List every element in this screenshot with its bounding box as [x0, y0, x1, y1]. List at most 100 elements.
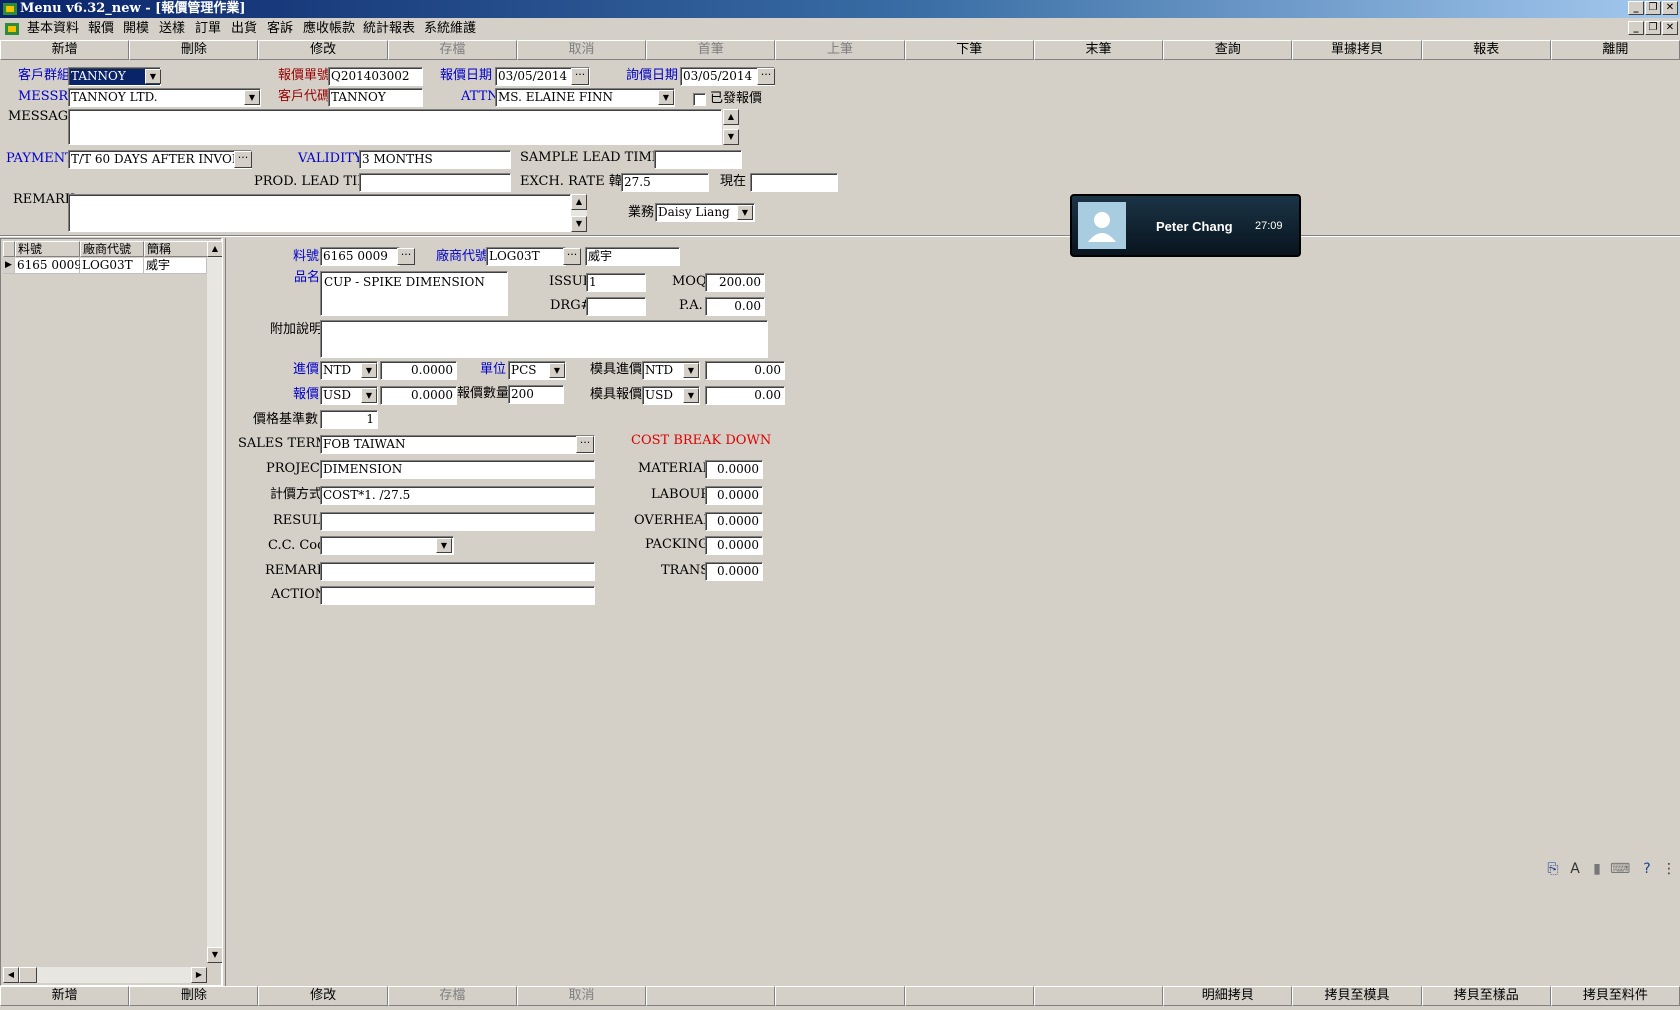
- menu-quote[interactable]: 報價: [88, 20, 114, 38]
- copy-to-sample-button[interactable]: 拷貝至樣品: [1421, 986, 1551, 1006]
- menu-system[interactable]: 系統維護: [424, 20, 476, 38]
- detail-edit-button[interactable]: 修改: [258, 986, 388, 1006]
- prev-record-button[interactable]: 上筆: [775, 40, 905, 60]
- grid-cell-part-no[interactable]: 6165 0009: [15, 258, 82, 274]
- grid-vertical-scrollbar[interactable]: [207, 257, 223, 963]
- menu-reports[interactable]: 統計報表: [363, 20, 415, 38]
- exit-button[interactable]: 離開: [1550, 40, 1680, 60]
- grid-cell-short-name[interactable]: 威宇: [144, 258, 207, 274]
- copy-detail-button[interactable]: 明細拷貝: [1163, 986, 1293, 1006]
- next-record-button[interactable]: 下筆: [904, 40, 1034, 60]
- quote-no-field[interactable]: Q201403002: [328, 67, 423, 86]
- quote-price-field[interactable]: 0.0000: [380, 386, 457, 405]
- inquiry-date-picker-icon[interactable]: ···: [757, 68, 775, 85]
- message-textarea[interactable]: [68, 109, 722, 145]
- scroll-thumb[interactable]: [19, 967, 37, 983]
- add-button[interactable]: 新增: [0, 40, 130, 60]
- empty-button-1[interactable]: [646, 986, 776, 1006]
- cost-field[interactable]: 0.0000: [380, 361, 457, 380]
- payment-ellipsis-icon[interactable]: ···: [234, 151, 252, 168]
- drg-field[interactable]: [586, 297, 646, 316]
- action-field[interactable]: [320, 586, 595, 605]
- cancel-button[interactable]: 取消: [516, 40, 647, 60]
- messrs-select[interactable]: TANNOY LTD.: [68, 88, 261, 107]
- price-base-field[interactable]: 1: [320, 410, 378, 429]
- quote-date-picker-icon[interactable]: ···: [571, 68, 589, 85]
- exch-rate-field[interactable]: 27.5: [621, 173, 709, 192]
- scroll-down-icon[interactable]: ▼: [571, 216, 587, 232]
- message-scrollbar[interactable]: ▲ ▼: [723, 109, 739, 145]
- chevron-down-icon[interactable]: ▼: [145, 69, 161, 84]
- part-no-field[interactable]: 6165 0009: [320, 247, 400, 266]
- scroll-left-icon[interactable]: ◀: [3, 967, 19, 983]
- save-button[interactable]: 存檔: [387, 40, 517, 60]
- menu-receivables[interactable]: 應收帳款: [303, 20, 355, 38]
- vendor-short-name-field[interactable]: 威宇: [585, 247, 680, 266]
- mdi-minimize-icon[interactable]: _: [1628, 21, 1644, 35]
- remark-textarea[interactable]: [68, 194, 571, 232]
- sent-quote-checkbox[interactable]: [693, 93, 706, 106]
- mdi-close-icon[interactable]: ✕: [1662, 21, 1678, 35]
- chevron-down-icon[interactable]: ▼: [549, 363, 565, 378]
- result-field[interactable]: [320, 512, 595, 531]
- restore-icon[interactable]: ❐: [1645, 1, 1661, 15]
- scroll-down-icon[interactable]: ▼: [723, 129, 739, 145]
- detail-delete-button[interactable]: 刪除: [129, 986, 259, 1006]
- help-icon[interactable]: ?: [1638, 860, 1656, 878]
- detail-remark-field[interactable]: [320, 562, 595, 581]
- quote-qty-field[interactable]: 200: [508, 385, 564, 404]
- menu-complaint[interactable]: 客訴: [267, 20, 293, 38]
- menu-order[interactable]: 訂單: [195, 20, 221, 38]
- sales-terms-ellipsis-icon[interactable]: ···: [576, 436, 594, 453]
- chevron-down-icon[interactable]: ▼: [683, 388, 699, 403]
- scroll-up-icon[interactable]: ▲: [723, 109, 739, 125]
- moq-field[interactable]: 200.00: [705, 273, 765, 292]
- minimize-icon[interactable]: _: [1628, 1, 1644, 15]
- chevron-down-icon[interactable]: ▼: [361, 388, 377, 403]
- copy-to-part-button[interactable]: 拷貝至料件: [1550, 986, 1680, 1006]
- grid-header-part-no[interactable]: 料號: [15, 241, 80, 257]
- issue-field[interactable]: 1: [586, 273, 646, 292]
- keyboard-icon[interactable]: ⌨: [1610, 860, 1630, 878]
- packing-field[interactable]: 0.0000: [705, 536, 763, 555]
- labour-field[interactable]: 0.0000: [705, 486, 763, 505]
- grid-cell-vendor-code[interactable]: LOG03T: [80, 258, 144, 274]
- part-no-lookup-icon[interactable]: ···: [397, 248, 415, 265]
- scroll-up-icon[interactable]: ▲: [571, 194, 587, 210]
- scroll-up-icon[interactable]: ▲: [207, 241, 223, 257]
- close-icon[interactable]: ✕: [1662, 1, 1678, 15]
- current-field[interactable]: [750, 173, 838, 192]
- pa-field[interactable]: 0.00: [705, 297, 765, 316]
- extra-desc-textarea[interactable]: [320, 320, 768, 358]
- menu-shipping[interactable]: 出貨: [231, 20, 257, 38]
- chevron-down-icon[interactable]: ▼: [737, 205, 753, 220]
- scroll-right-icon[interactable]: ▶: [191, 967, 207, 983]
- vendor-code-field[interactable]: LOG03T: [486, 247, 566, 266]
- empty-button-4[interactable]: [1033, 986, 1164, 1006]
- scroll-down-icon[interactable]: ▼: [207, 947, 223, 963]
- project-field[interactable]: DIMENSION: [320, 460, 595, 479]
- cc-code-select[interactable]: [320, 536, 454, 555]
- menu-sample[interactable]: 送樣: [159, 20, 185, 38]
- chevron-down-icon[interactable]: ▼: [244, 90, 260, 105]
- vendor-lookup-icon[interactable]: ···: [563, 248, 581, 265]
- mdi-restore-icon[interactable]: ❐: [1645, 21, 1661, 35]
- delete-button[interactable]: 刪除: [129, 40, 259, 60]
- grid-horizontal-scrollbar[interactable]: ◀ ▶: [3, 967, 207, 983]
- last-record-button[interactable]: 末筆: [1033, 40, 1164, 60]
- report-button[interactable]: 報表: [1421, 40, 1551, 60]
- more-icon[interactable]: ⋮: [1660, 860, 1678, 878]
- copy-to-mold-button[interactable]: 拷貝至模具: [1292, 986, 1422, 1006]
- empty-button-3[interactable]: [904, 986, 1034, 1006]
- calc-method-field[interactable]: COST*1. /27.5: [320, 486, 595, 505]
- material-field[interactable]: 0.0000: [705, 460, 763, 479]
- mold-cost-field[interactable]: 0.00: [705, 361, 785, 380]
- menu-mold[interactable]: 開模: [123, 20, 149, 38]
- detail-save-button[interactable]: 存檔: [387, 986, 517, 1006]
- grid-header-vendor-code[interactable]: 廠商代號: [80, 241, 144, 257]
- customer-code-field[interactable]: TANNOY: [328, 88, 423, 107]
- font-icon[interactable]: A: [1566, 860, 1584, 878]
- edit-button[interactable]: 修改: [258, 40, 388, 60]
- ime-icon[interactable]: ⎘: [1544, 860, 1562, 878]
- detail-cancel-button[interactable]: 取消: [516, 986, 647, 1006]
